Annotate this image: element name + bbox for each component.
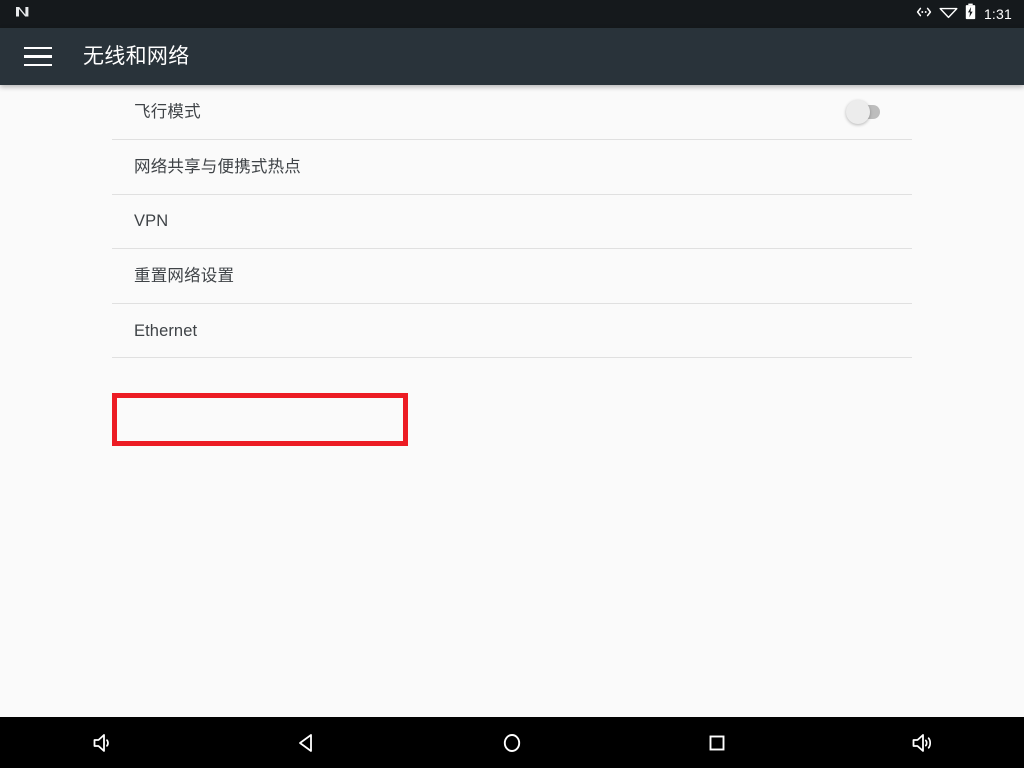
navigation-bar	[0, 717, 1024, 768]
wifi-icon	[939, 5, 958, 24]
menu-bar-3	[24, 63, 52, 67]
status-bar-clock: 1:31	[983, 6, 1012, 22]
settings-list: 飞行模式 网络共享与便携式热点 VPN 重置网络设置 Ethernet	[112, 85, 912, 359]
battery-charging-icon	[965, 3, 976, 25]
menu-bar-2	[24, 55, 52, 58]
list-item-label: 飞行模式	[134, 103, 201, 121]
hamburger-menu-icon[interactable]	[24, 44, 56, 70]
ethernet-arrows-icon	[916, 5, 932, 24]
list-item-ethernet[interactable]: Ethernet	[112, 304, 912, 359]
content-area: 飞行模式 网络共享与便携式热点 VPN 重置网络设置 Ethernet	[0, 85, 1024, 717]
android-settings-screen: 1:31 无线和网络 飞行模式 网络共享与便携式热点 VPN 重置网络设置 Et…	[0, 0, 1024, 768]
status-bar-left	[12, 4, 32, 25]
menu-bar-1	[24, 46, 52, 50]
volume-up-icon[interactable]	[819, 717, 1024, 768]
app-bar: 无线和网络	[0, 28, 1024, 85]
page-title: 无线和网络	[83, 45, 190, 68]
volume-down-icon[interactable]	[0, 717, 205, 768]
status-bar-right: 1:31	[916, 3, 1012, 25]
back-icon[interactable]	[205, 717, 410, 768]
list-item-vpn[interactable]: VPN	[112, 195, 912, 250]
highlight-annotation-box	[112, 393, 408, 446]
switch-thumb	[846, 100, 870, 124]
android-n-logo	[14, 4, 32, 25]
list-item-reset-network-settings[interactable]: 重置网络设置	[112, 249, 912, 304]
list-item-tethering-hotspot[interactable]: 网络共享与便携式热点	[112, 140, 912, 195]
list-item-label: 网络共享与便携式热点	[134, 157, 301, 176]
recents-icon[interactable]	[614, 717, 819, 768]
list-item-label: Ethernet	[134, 321, 198, 340]
list-item-airplane-mode[interactable]: 飞行模式	[112, 85, 912, 140]
status-bar: 1:31	[0, 0, 1024, 28]
airplane-mode-switch[interactable]	[846, 100, 880, 124]
home-icon[interactable]	[410, 717, 615, 768]
list-item-label: 重置网络设置	[134, 266, 235, 285]
list-item-label: VPN	[134, 212, 169, 231]
